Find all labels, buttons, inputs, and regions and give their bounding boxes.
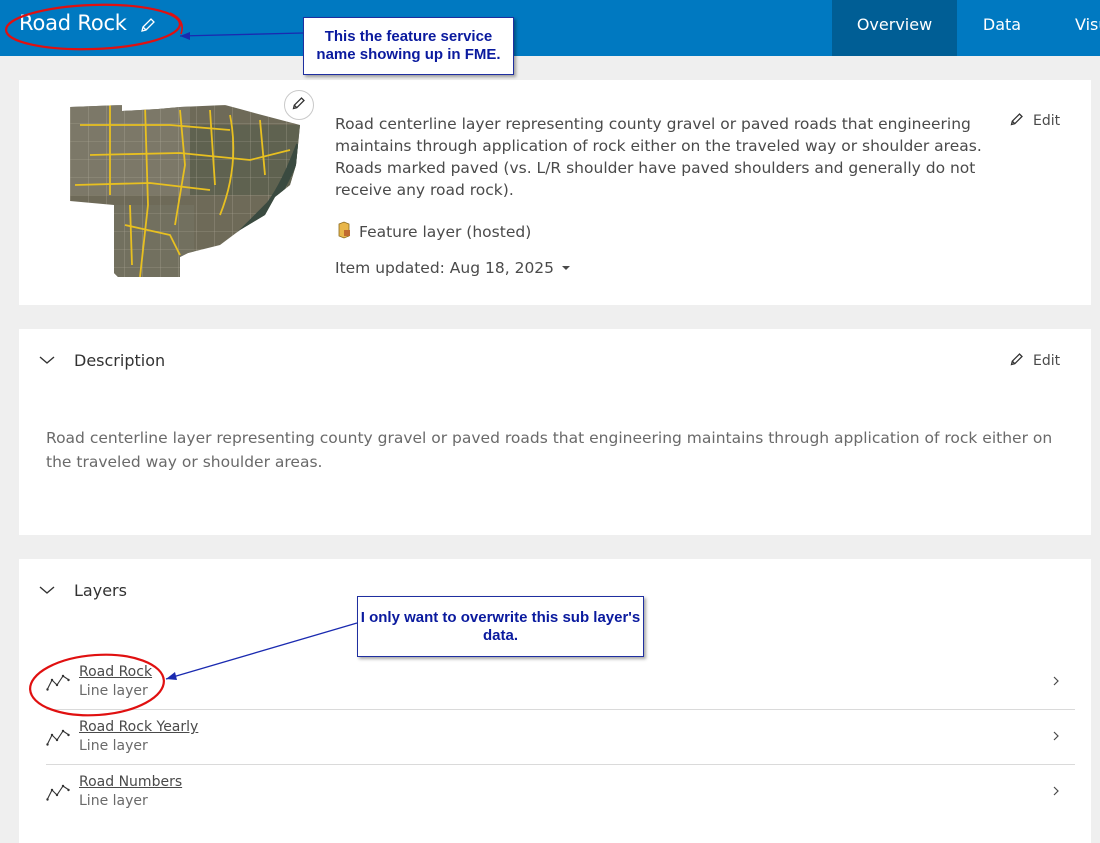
feature-layer-icon (335, 221, 353, 243)
item-summary: Road centerline layer representing count… (335, 115, 982, 199)
layer-list: Road Rock Line layer Road Rock Yearly Li… (46, 655, 1075, 820)
layer-name-link[interactable]: Road Numbers (79, 774, 182, 790)
page-title: Road Rock (19, 11, 127, 35)
layers-header[interactable]: Layers (38, 581, 127, 600)
layer-name-link[interactable]: Road Rock (79, 664, 152, 680)
line-layer-icon (46, 727, 70, 747)
layer-type: Line layer (79, 738, 148, 754)
layer-name-link[interactable]: Road Rock Yearly (79, 719, 198, 735)
description-edit-button[interactable]: Edit (1009, 351, 1060, 371)
layer-item-road-numbers[interactable]: Road Numbers Line layer (46, 765, 1075, 820)
layer-type: Line layer (79, 793, 148, 809)
pencil-icon[interactable] (139, 16, 157, 34)
description-card: Description Edit Road centerline layer r… (19, 329, 1091, 535)
item-updated-label: Item updated: Aug 18, 2025 (335, 259, 555, 277)
overview-card: Road centerline layer representing count… (19, 80, 1091, 305)
layer-type: Line layer (79, 683, 148, 699)
item-thumbnail (70, 105, 300, 277)
annotation-note: This the feature service name showing up… (303, 17, 514, 75)
chevron-right-icon (1051, 728, 1061, 744)
pencil-icon (291, 95, 307, 116)
top-bar: Road Rock Overview Data Visu (0, 0, 1100, 56)
tab-visualization[interactable]: Visu (1047, 0, 1100, 56)
line-layer-icon (46, 672, 70, 692)
section-title: Layers (74, 581, 127, 600)
item-type: Feature layer (hosted) (335, 221, 531, 243)
layer-item-road-rock[interactable]: Road Rock Line layer (46, 655, 1075, 710)
item-updated-dropdown[interactable]: Item updated: Aug 18, 2025 (335, 259, 572, 277)
section-title: Description (74, 351, 166, 370)
line-layer-icon (46, 782, 70, 802)
item-type-label: Feature layer (hosted) (359, 223, 532, 241)
tab-data[interactable]: Data (957, 0, 1047, 56)
caret-down-icon (560, 259, 572, 277)
chevron-down-icon (38, 351, 56, 370)
layer-item-road-rock-yearly[interactable]: Road Rock Yearly Line layer (46, 710, 1075, 765)
summary-edit-button[interactable]: Edit (1009, 111, 1060, 131)
chevron-down-icon (38, 581, 56, 600)
thumbnail-edit-button[interactable] (284, 90, 314, 120)
pencil-icon (1009, 351, 1025, 371)
tab-overview[interactable]: Overview (832, 0, 957, 56)
edit-label: Edit (1033, 113, 1061, 129)
edit-label: Edit (1033, 353, 1061, 369)
chevron-right-icon (1051, 783, 1061, 799)
pencil-icon (1009, 111, 1025, 131)
chevron-right-icon (1051, 673, 1061, 689)
description-text: Road centerline layer representing count… (46, 429, 1053, 471)
tab-bar: Overview Data Visu (832, 0, 1100, 56)
description-header[interactable]: Description (38, 351, 165, 370)
annotation-note: I only want to overwrite this sub layer'… (357, 596, 644, 657)
